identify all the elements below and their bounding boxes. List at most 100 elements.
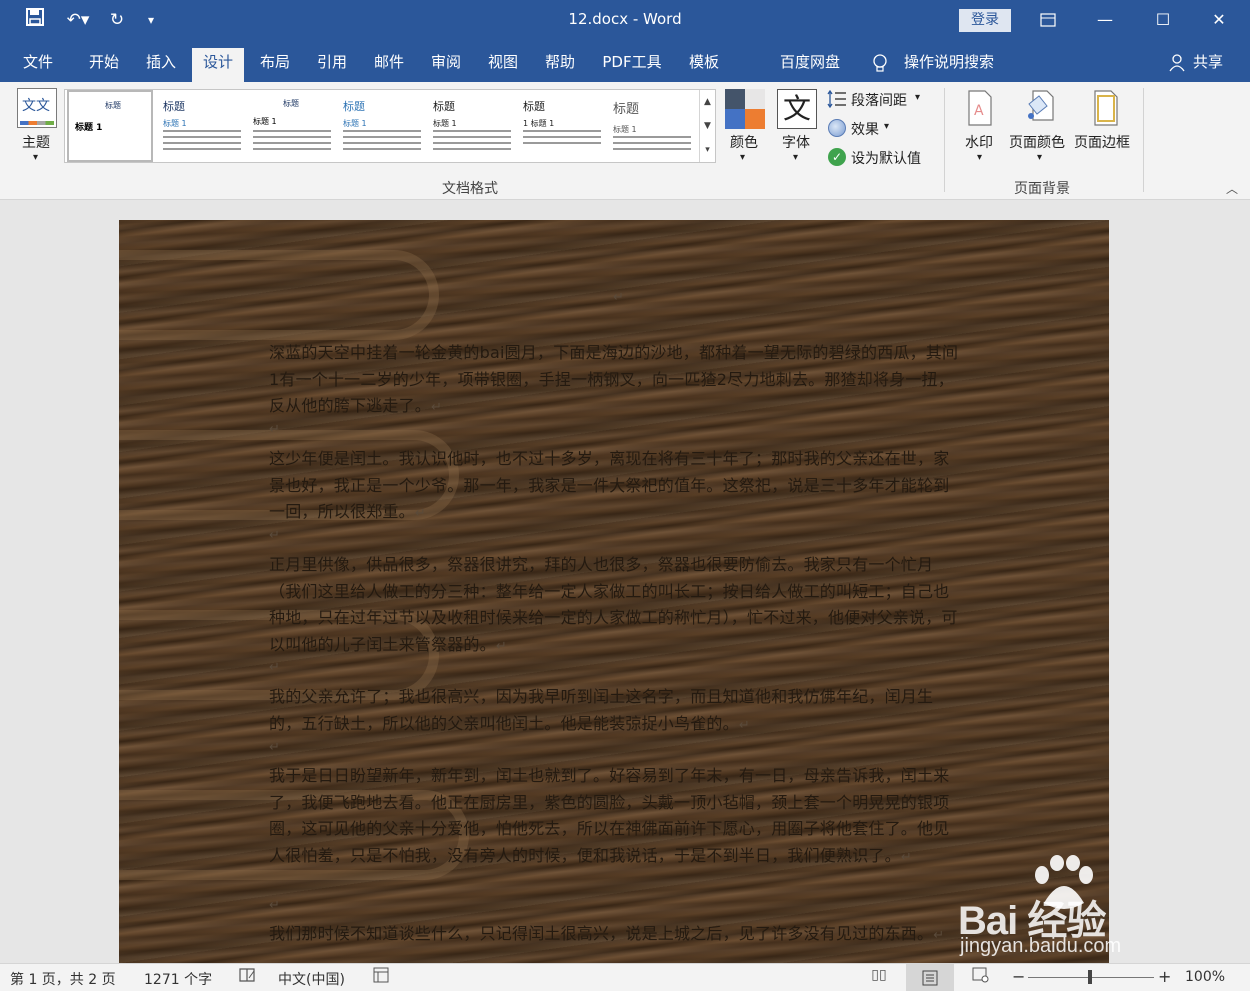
wood-grain [119,250,439,340]
ribbon-design: 文文 主题 ▾ 标题 标题 1 标题 标题 1 标题 标题 1 标题 标题 1 … [0,82,1250,200]
fonts-icon[interactable]: 文 [777,89,817,129]
style-set-thumb[interactable]: 标题 标题 1 [337,90,427,162]
style-set-thumb[interactable]: 标题 标题 1 [67,90,153,162]
tab-mailings[interactable]: 邮件 [365,48,413,82]
colors-dropdown-icon[interactable]: ▾ [740,152,745,163]
page-color-icon[interactable] [1025,90,1057,126]
customize-qat-icon[interactable]: ▾ [138,8,164,32]
gallery-scroll-down-icon[interactable]: ▼ [699,114,715,138]
watermark-dropdown-icon[interactable]: ▾ [977,152,982,163]
zoom-out-button[interactable]: − [1012,967,1025,986]
paragraph-mark: ↵ [269,422,280,437]
gallery-more-icon[interactable]: ▾ [699,138,715,162]
style-set-thumb[interactable]: 标题 标题 1 [157,90,247,162]
tab-help[interactable]: 帮助 [536,48,584,82]
themes-dropdown-icon[interactable]: ▾ [33,152,38,163]
proofing-icon[interactable] [236,967,258,987]
tab-review[interactable]: 审阅 [422,48,470,82]
paragraph[interactable]: 正月里供像，供品很多，祭器很讲究，拜的人也很多，祭器也很要防偷去。我家只有一个忙… [269,552,964,660]
title-bar: ↶▾ ↻ ▾ 12.docx - Word 登录 — ☐ ✕ [0,0,1250,40]
tell-me-search[interactable]: 操作说明搜索 [900,48,998,82]
style-set-thumb[interactable]: 标题 标题 1 [607,90,697,162]
page-color-dropdown-icon[interactable]: ▾ [1037,152,1042,163]
share-button[interactable]: 共享 [1188,48,1228,82]
zoom-slider-thumb[interactable] [1088,970,1092,984]
tab-baidu-netdisk[interactable]: 百度网盘 [773,48,847,82]
paragraph[interactable]: 我于是日日盼望新年，新年到，闰土也就到了。好容易到了年末，有一日，母亲告诉我，闰… [269,763,964,871]
paragraph-mark: ↵ [613,290,624,305]
fonts-dropdown-icon[interactable]: ▾ [793,152,798,163]
effects-button[interactable]: 效果 [851,119,879,139]
lightbulb-icon[interactable] [868,48,892,82]
paragraph[interactable]: 我的父亲允许了；我也很高兴，因为我早听到闰土这名字，而且知道他和我仿佛年纪，闰月… [269,684,964,739]
page-border-icon[interactable] [1092,90,1120,126]
tab-pdf-tools[interactable]: PDF工具 [597,48,667,82]
page-color-button[interactable]: 页面颜色 [1009,132,1065,152]
document-area[interactable]: ↵ 深蓝的天空中挂着一轮金黄的bai圆月，下面是海边的沙地，都种着一望无际的碧绿… [0,200,1250,963]
ribbon-tabs: 文件 开始 插入 设计 布局 引用 邮件 审阅 视图 帮助 PDF工具 模板 百… [0,40,1250,82]
tab-view[interactable]: 视图 [479,48,527,82]
language[interactable]: 中文(中国) [278,969,345,989]
page-border-button[interactable]: 页面边框 [1074,132,1130,152]
paragraph-spacing-icon[interactable] [827,89,847,109]
macro-icon[interactable] [370,967,392,987]
group-separator [944,88,945,192]
gallery-scroll-up-icon[interactable]: ▲ [699,90,715,114]
tab-templates[interactable]: 模板 [680,48,728,82]
style-set-gallery[interactable]: 标题 标题 1 标题 标题 1 标题 标题 1 标题 标题 1 标题 标题 1 … [64,89,716,163]
style-set-thumb[interactable]: 标题 1 标题 1 [517,90,607,162]
paragraph-mark: ↵ [269,660,280,675]
login-button[interactable]: 登录 [959,9,1011,32]
paragraph-spacing-button[interactable]: 段落间距 [851,90,907,110]
group-label-page-background: 页面背景 [1014,181,1070,197]
tab-insert[interactable]: 插入 [137,48,185,82]
group-separator [1143,88,1144,192]
maximize-icon[interactable]: ☐ [1140,0,1186,40]
word-count[interactable]: 1271 个字 [144,969,212,989]
tab-home[interactable]: 开始 [80,48,128,82]
status-bar: 第 1 页，共 2 页 1271 个字 中文(中国) ▯▯ − + 100% [0,963,1250,991]
paragraph[interactable]: 深蓝的天空中挂着一轮金黄的bai圆月，下面是海边的沙地，都种着一望无际的碧绿的西… [269,340,964,422]
fonts-button[interactable]: 字体 [782,132,810,152]
undo-icon[interactable]: ↶▾ [60,8,96,32]
user-icon[interactable] [1164,48,1190,82]
zoom-level[interactable]: 100% [1185,969,1225,985]
tab-file[interactable]: 文件 [14,48,62,82]
tab-design[interactable]: 设计 [192,48,244,82]
checkmark-icon: ✓ [828,148,846,166]
set-as-default-button[interactable]: 设为默认值 [851,148,921,168]
read-mode-icon[interactable]: ▯▯ [868,967,890,987]
web-layout-icon[interactable] [970,967,992,987]
watermark-icon[interactable]: A [966,90,994,126]
watermark-url: jingyan.baidu.com [960,935,1122,957]
page-count[interactable]: 第 1 页，共 2 页 [10,969,116,989]
colors-icon[interactable] [725,89,765,129]
paragraph-mark: ↵ [269,740,280,755]
baidu-jingyan-watermark: Bai 经验 jingyan.baidu.com [958,855,1198,965]
watermark-button[interactable]: 水印 [965,132,993,152]
themes-icon[interactable]: 文文 [17,88,57,128]
colors-button[interactable]: 颜色 [730,132,758,152]
tab-references[interactable]: 引用 [308,48,356,82]
document-page[interactable]: ↵ 深蓝的天空中挂着一轮金黄的bai圆月，下面是海边的沙地，都种着一望无际的碧绿… [119,220,1109,963]
save-icon[interactable] [22,8,48,32]
paragraph-spacing-dropdown-icon[interactable]: ▾ [915,92,920,103]
zoom-in-button[interactable]: + [1158,967,1171,986]
group-label-document-formatting: 文档格式 [442,181,498,197]
themes-button[interactable]: 主题 [22,132,50,152]
paragraph-mark: ↵ [269,898,280,913]
paragraph[interactable]: 这少年便是闰土。我认识他时，也不过十多岁，离现在将有三十年了；那时我的父亲还在世… [269,446,964,528]
paragraph[interactable]: 我们那时候不知道谈些什么，只记得闰土很高兴，说是上城之后，见了许多没有见过的东西… [269,921,964,950]
collapse-ribbon-icon[interactable]: ︿ [1226,180,1238,197]
effects-icon[interactable] [828,119,846,137]
svg-text:A: A [974,103,984,119]
effects-dropdown-icon[interactable]: ▾ [884,121,889,132]
close-icon[interactable]: ✕ [1196,0,1242,40]
ribbon-display-options-icon[interactable] [1025,0,1071,40]
style-set-thumb[interactable]: 标题 标题 1 [427,90,517,162]
print-layout-view[interactable] [906,964,954,991]
tab-layout[interactable]: 布局 [251,48,299,82]
redo-icon[interactable]: ↻ [104,8,130,32]
minimize-icon[interactable]: — [1082,0,1128,40]
style-set-thumb[interactable]: 标题 标题 1 [247,90,337,162]
